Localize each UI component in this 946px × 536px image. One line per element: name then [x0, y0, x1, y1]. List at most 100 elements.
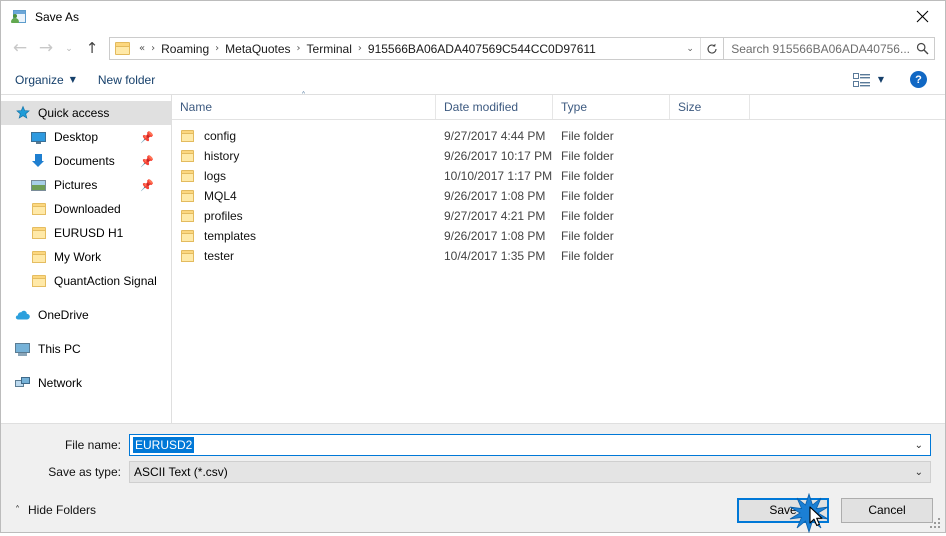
pin-icon[interactable]: 📌: [140, 179, 154, 192]
table-row[interactable]: history 9/26/2017 10:17 PM File folder: [172, 146, 945, 166]
breadcrumb-separator: ›: [151, 43, 156, 54]
help-button[interactable]: ?: [910, 71, 927, 88]
row-name-cell: templates: [172, 229, 436, 243]
window-title: Save As: [35, 9, 80, 24]
pin-icon[interactable]: 📌: [140, 131, 154, 144]
folder-icon: [180, 249, 196, 263]
folder-icon: [180, 169, 196, 183]
file-name-label: File name:: [64, 438, 121, 452]
sidebar-item-documents[interactable]: Documents 📌: [1, 149, 171, 173]
column-header-size[interactable]: Size: [670, 95, 750, 119]
row-type-cell: File folder: [561, 189, 614, 203]
organize-button[interactable]: Organize ▼: [15, 73, 76, 87]
organize-label: Organize: [15, 72, 64, 87]
close-icon[interactable]: [899, 1, 945, 31]
table-row[interactable]: tester 10/4/2017 1:35 PM File folder: [172, 246, 945, 266]
file-name-value: EURUSD2: [133, 437, 195, 453]
cancel-label: Cancel: [868, 503, 906, 517]
sidebar-item-eurusd-h1[interactable]: EURUSD H1: [1, 221, 171, 245]
column-label: Type: [561, 100, 588, 114]
file-name: MQL4: [204, 189, 237, 203]
sidebar-item-quick-access[interactable]: Quick access: [1, 101, 171, 125]
row-name-cell: logs: [172, 169, 436, 183]
hide-folders-label: Hide Folders: [28, 503, 97, 517]
row-type-cell: File folder: [561, 169, 614, 183]
save-form: File name: EURUSD2 ⌄ Save as type: ASCII…: [1, 424, 945, 488]
file-name: history: [204, 149, 240, 163]
column-header-name[interactable]: ˄ Name: [172, 91, 436, 119]
view-mode-button[interactable]: ▼: [852, 72, 906, 87]
save-button[interactable]: Save: [737, 492, 829, 533]
chevron-down-icon[interactable]: ⌄: [915, 440, 923, 451]
breadcrumb: « › Roaming › MetaQuotes › Terminal › 91…: [136, 40, 680, 58]
sidebar-item-quantaction-signal[interactable]: QuantAction Signal: [1, 269, 171, 293]
pin-icon[interactable]: 📌: [140, 155, 154, 168]
hide-folders-button[interactable]: ˄ Hide Folders: [15, 503, 96, 517]
search-input[interactable]: Search 915566BA06ADA40756...: [724, 42, 910, 56]
save-as-icon: [11, 9, 27, 25]
help-label: ?: [915, 73, 922, 86]
breadcrumb-item-roaming[interactable]: Roaming: [158, 40, 212, 58]
save-as-type-value: ASCII Text (*.csv): [134, 465, 228, 479]
forward-icon: →: [38, 38, 54, 58]
table-row[interactable]: templates 9/26/2017 1:08 PM File folder: [172, 226, 945, 246]
chevron-down-icon: ▼: [69, 75, 76, 84]
sidebar-item-onedrive[interactable]: OneDrive: [1, 303, 171, 327]
back-button[interactable]: ←: [7, 36, 33, 62]
file-name-row: File name: EURUSD2 ⌄: [1, 433, 931, 457]
file-name-input[interactable]: EURUSD2 ⌄: [129, 434, 931, 456]
row-name-cell: MQL4: [172, 189, 436, 203]
new-folder-button[interactable]: New folder: [98, 73, 155, 87]
row-name-cell: tester: [172, 249, 436, 263]
row-date-cell: 9/27/2017 4:21 PM: [444, 209, 546, 223]
sidebar-label: EURUSD H1: [54, 226, 124, 240]
this-pc-icon: [15, 341, 31, 357]
address-bar[interactable]: « › Roaming › MetaQuotes › Terminal › 91…: [109, 37, 725, 60]
chevron-down-icon: ▼: [877, 75, 884, 84]
search-box[interactable]: Search 915566BA06ADA40756...: [724, 37, 935, 60]
table-row[interactable]: logs 10/10/2017 1:17 PM File folder: [172, 166, 945, 186]
back-icon: ←: [12, 38, 28, 58]
breadcrumb-item-metaquotes[interactable]: MetaQuotes: [222, 40, 293, 58]
breadcrumb-separator: ›: [296, 43, 301, 54]
breadcrumb-overflow-icon[interactable]: «: [136, 43, 148, 54]
folder-icon: [31, 249, 47, 265]
folder-icon: [31, 201, 47, 217]
chevron-down-icon[interactable]: ⌄: [915, 467, 923, 478]
new-folder-label: New folder: [97, 72, 156, 87]
column-header-date-modified[interactable]: Date modified: [436, 95, 553, 119]
folder-icon: [115, 42, 131, 55]
table-row[interactable]: config 9/27/2017 4:44 PM File folder: [172, 126, 945, 146]
sidebar-label: Documents: [54, 154, 115, 168]
folder-icon: [31, 273, 47, 289]
sidebar-item-pictures[interactable]: Pictures 📌: [1, 173, 171, 197]
breadcrumb-item-guid[interactable]: 915566BA06ADA407569C544CC0D97611: [365, 40, 599, 58]
folder-icon: [31, 225, 47, 241]
row-name-cell: history: [172, 149, 436, 163]
sidebar-item-my-work[interactable]: My Work: [1, 245, 171, 269]
save-as-type-select[interactable]: ASCII Text (*.csv) ⌄: [129, 461, 931, 483]
sidebar-item-desktop[interactable]: Desktop 📌: [1, 125, 171, 149]
sidebar-item-this-pc[interactable]: This PC: [1, 337, 171, 361]
recent-locations-button[interactable]: ⌄: [59, 36, 79, 62]
breadcrumb-item-terminal[interactable]: Terminal: [304, 40, 355, 58]
cancel-button[interactable]: Cancel: [841, 497, 933, 523]
column-header-type[interactable]: Type: [553, 95, 670, 119]
table-row[interactable]: profiles 9/27/2017 4:21 PM File folder: [172, 206, 945, 226]
table-row[interactable]: MQL4 9/26/2017 1:08 PM File folder: [172, 186, 945, 206]
resize-grip[interactable]: [930, 518, 941, 529]
sidebar-item-downloaded[interactable]: Downloaded: [1, 197, 171, 221]
save-label: Save: [769, 503, 797, 517]
row-date-cell: 9/26/2017 1:08 PM: [444, 189, 546, 203]
row-name-cell: config: [172, 129, 436, 143]
row-type-cell: File folder: [561, 249, 614, 263]
column-label: Name: [180, 100, 213, 114]
command-bar: Organize ▼ New folder ▼ ?: [1, 65, 945, 95]
sidebar-item-network[interactable]: Network: [1, 371, 171, 395]
address-dropdown-icon[interactable]: ⌄: [680, 44, 700, 54]
up-button[interactable]: ↑: [79, 36, 105, 62]
refresh-icon[interactable]: [700, 38, 723, 59]
forward-button[interactable]: →: [33, 36, 59, 62]
